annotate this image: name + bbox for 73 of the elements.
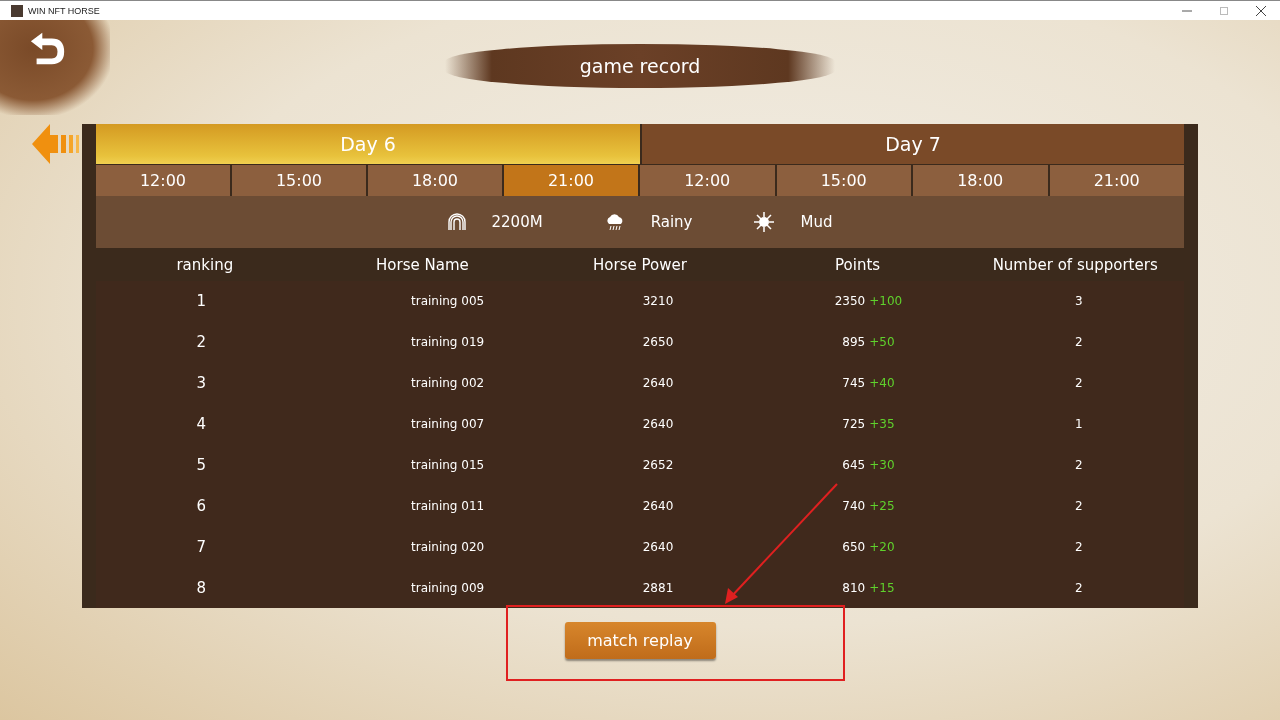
table-cell-text: 3 [195,374,207,393]
table-cell-text: 4 [195,415,207,434]
table-cell-text: 2 [1074,376,1084,391]
points-gain: +25 [869,498,895,513]
match-replay-button[interactable]: match replay [564,622,716,659]
table-cell-text: 2640 [641,539,675,554]
points-gain: +15 [869,580,895,595]
points-value: 740 [842,498,866,513]
table-cell-text: 2881 [641,580,675,595]
race-info-text: Rainy [650,213,693,231]
header-banner: game record [445,44,835,88]
race-info-text: 2200M [491,213,543,231]
table-cell-text: 2652 [641,457,675,472]
time-tab[interactable]: 18:00 [913,165,1050,196]
table-cell-text: 2 [1074,498,1084,513]
table-cell-text: training 007 [410,417,486,432]
table-cell-text: 3 [1074,294,1084,309]
points-value: 895 [842,335,866,350]
points-gain: +100 [869,294,903,309]
table-cell-text: 7 [195,537,207,556]
table-cell-text: training 020 [410,539,486,554]
table-cell-text: 3210 [641,294,675,309]
table-cell-text: 2 [1074,580,1084,595]
app-icon [11,4,23,17]
table-cell-text: training 015 [410,457,486,472]
points-gain: +30 [869,457,895,472]
table-cell-text: training 005 [410,294,486,309]
points-gain: +40 [869,376,895,391]
race-info-text: Mud [800,213,833,231]
rain-cloud-icon [604,213,625,231]
time-tab[interactable]: 12:00 [640,165,777,196]
time-tab[interactable]: 21:00 [504,165,640,196]
points-value: 725 [842,417,866,432]
points-value: 2350 [834,294,866,309]
track-icon [447,213,466,231]
table-cell-text: 2640 [641,498,675,513]
table-cell-text: 2 [195,333,207,352]
close-icon[interactable] [1256,5,1266,16]
table-cell-text: 2640 [641,417,675,432]
points-value: 745 [842,376,866,391]
table-cell-text: 2 [1074,539,1084,554]
points-gain: +20 [869,539,895,554]
table-cell-text: 5 [195,455,207,474]
time-tab[interactable]: 15:00 [776,165,913,196]
time-tab[interactable]: 21:00 [1049,165,1184,196]
time-tab[interactable]: 18:00 [368,165,504,196]
time-tab[interactable]: 12:00 [96,165,232,196]
column-header: Points [834,255,882,274]
window-title: WIN NFT HORSE [28,5,100,16]
table-cell-text: training 009 [410,580,486,595]
splat-icon [754,212,775,232]
column-header: Horse Power [592,255,688,274]
table-cell-text: 8 [195,578,207,597]
points-gain: +35 [869,417,895,432]
table-cell-text: 2 [1074,335,1084,350]
column-header: ranking [175,255,235,274]
table-cell-text: 2640 [641,376,675,391]
column-header: Horse Name [375,255,470,274]
points-value: 645 [842,457,866,472]
day-tab[interactable]: Day 7 [640,124,1184,164]
table-cell-text: training 002 [410,376,486,391]
table-cell-text: 1 [195,292,207,311]
table-cell-text: 2 [1074,457,1084,472]
table-cell-text: 1 [1074,417,1084,432]
table-cell-text: 6 [195,496,207,515]
points-value: 810 [842,580,866,595]
points-value: 650 [842,539,866,554]
table-cell-text: 2650 [641,335,675,350]
time-tab[interactable]: 15:00 [232,165,368,196]
column-header: Number of supporters [991,255,1159,274]
table-cell-text: training 019 [410,335,486,350]
table-cell-text: training 011 [410,498,486,513]
points-gain: +50 [869,335,895,350]
